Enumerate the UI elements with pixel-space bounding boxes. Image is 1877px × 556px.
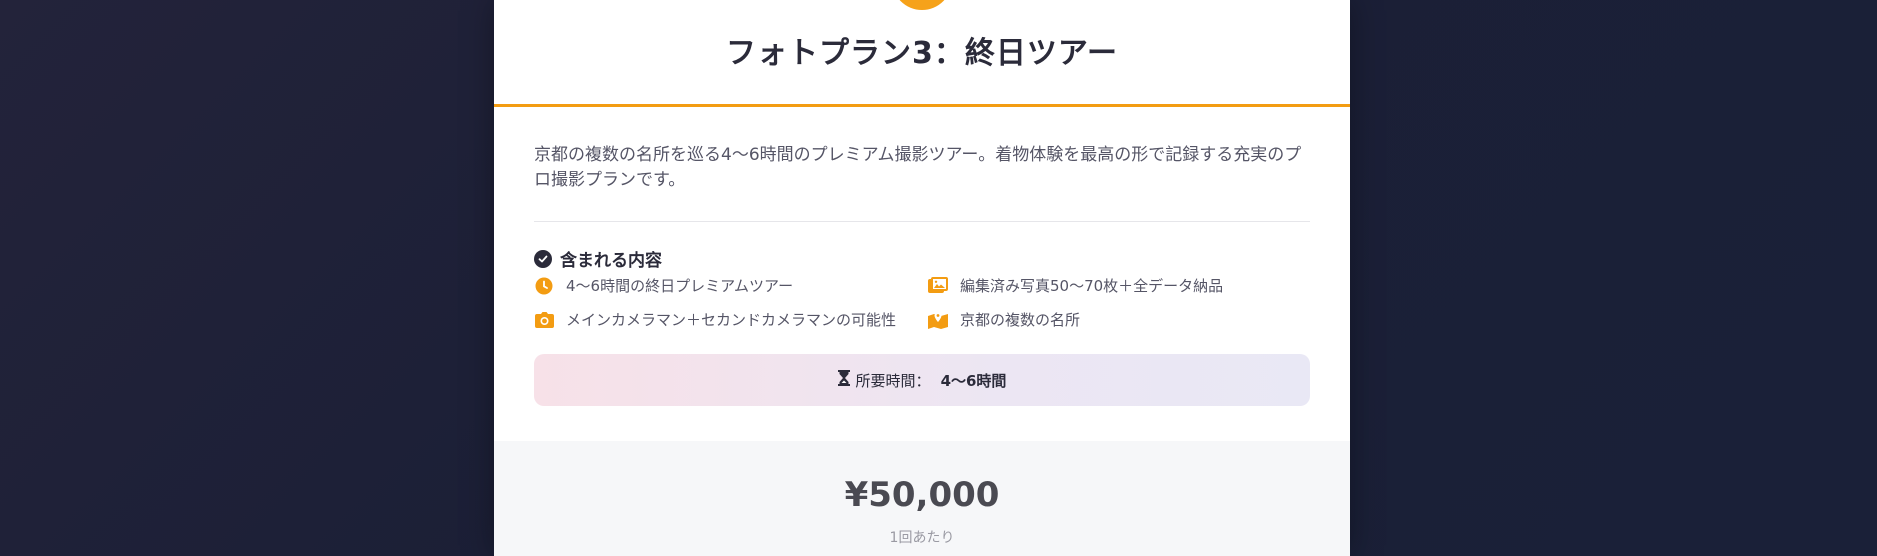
- included-title: 含まれる内容: [560, 251, 662, 271]
- check-circle-icon: [534, 249, 552, 268]
- plan-title: フォトプラン3：終日ツアー: [725, 36, 1119, 71]
- duration-value: 4〜6時間: [940, 371, 1007, 390]
- accent-divider: [494, 104, 1350, 107]
- hourglass-icon: [837, 370, 850, 390]
- plan-description: 京都の複数の名所を巡る4〜6時間のプレミアム撮影ツアー。着物体験を最高の形で記録…: [534, 145, 1302, 190]
- price-unit: 1回あたり: [889, 530, 955, 546]
- section-divider: [534, 221, 1310, 222]
- map-location-icon: [928, 310, 948, 330]
- feature-item: 4〜6時間の終日プレミアムツアー: [534, 275, 793, 296]
- feature-item: 京都の複数の名所: [928, 309, 1080, 330]
- feature-label: 編集済み写真50〜70枚＋全データ納品: [960, 277, 1224, 295]
- plan-card: フォトプラン3：終日ツアー 京都の複数の名所を巡る4〜6時間のプレミアム撮影ツア…: [494, 0, 1350, 556]
- feature-label: 京都の複数の名所: [960, 311, 1081, 329]
- clock-icon: [534, 276, 554, 296]
- images-icon: [928, 276, 948, 296]
- price: ¥50,000: [844, 475, 1000, 515]
- feature-label: 4〜6時間の終日プレミアムツアー: [566, 277, 794, 295]
- price-section: ¥50,000 1回あたり: [494, 441, 1350, 556]
- plan-badge-icon: [892, 0, 952, 10]
- included-header: 含まれる内容: [534, 246, 662, 271]
- duration-box: 所要時間： 4〜6時間: [534, 354, 1310, 406]
- duration-label: 所要時間：: [855, 371, 931, 390]
- feature-item: メインカメラマン＋セカンドカメラマンの可能性: [534, 309, 896, 330]
- feature-label: メインカメラマン＋セカンドカメラマンの可能性: [566, 311, 897, 329]
- camera-icon: [534, 310, 554, 330]
- feature-item: 編集済み写真50〜70枚＋全データ納品: [928, 275, 1223, 296]
